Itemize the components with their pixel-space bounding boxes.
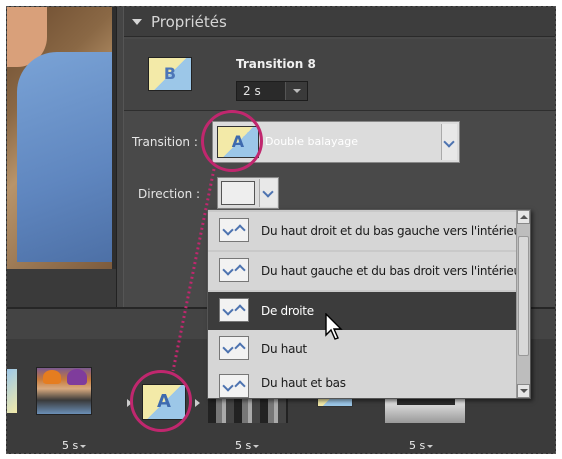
dropdown-option[interactable]: Du haut gauche et du bas droit vers l'in… — [208, 252, 526, 290]
diagonal-in-icon — [219, 218, 249, 242]
transition-value: Double balayage — [265, 135, 358, 148]
duration-select[interactable]: 2 s — [236, 81, 308, 101]
scroll-down-icon[interactable] — [517, 384, 530, 398]
from-right-icon — [219, 298, 249, 322]
direction-label: Direction : — [138, 187, 201, 201]
clip-duration[interactable]: 5 s — [62, 439, 86, 452]
transition-label: Transition : — [132, 135, 198, 149]
option-label: Du haut gauche et du bas droit vers l'in… — [261, 264, 526, 278]
diagonal-in-icon — [219, 258, 249, 282]
chevron-down-icon[interactable] — [441, 124, 457, 160]
arrow-right-icon — [195, 399, 200, 407]
transition-thumbnail-icon: B — [148, 57, 192, 91]
direction-icon — [221, 181, 255, 205]
top-bottom-icon — [219, 374, 249, 398]
panel-title: Propriétés — [151, 12, 227, 31]
dropdown-option[interactable]: Du haut — [208, 330, 518, 368]
clip-thumbnail[interactable] — [36, 367, 92, 415]
option-label: De droite — [261, 304, 314, 318]
collapse-triangle-icon[interactable] — [132, 18, 142, 25]
thumbnail-letter: B — [163, 64, 177, 83]
from-top-icon — [219, 336, 249, 360]
photo-detail — [17, 52, 112, 262]
transition-icon[interactable] — [7, 369, 17, 413]
chevron-down-icon[interactable] — [259, 179, 277, 207]
transition-summary: B Transition 8 2 s — [124, 39, 555, 111]
transition-name: Transition 8 — [236, 57, 316, 71]
option-label: Du haut et bas — [261, 376, 346, 390]
direction-select[interactable] — [217, 177, 279, 209]
chevron-down-icon[interactable] — [285, 82, 307, 100]
scroll-up-icon[interactable] — [517, 210, 530, 224]
direction-dropdown-list[interactable]: Du haut droit et du bas gauche vers l'in… — [207, 209, 531, 399]
dropdown-option[interactable]: Du haut droit et du bas gauche vers l'in… — [208, 212, 526, 250]
preview-photo — [7, 7, 112, 269]
option-label: Du haut droit et du bas gauche vers l'in… — [261, 224, 526, 238]
highlight-circle — [130, 370, 192, 432]
panel-splitter[interactable] — [116, 7, 124, 307]
option-label: Du haut — [261, 342, 307, 356]
dropdown-scrollbar[interactable] — [516, 210, 530, 398]
properties-header[interactable]: Propriétés — [124, 7, 555, 37]
editor-window: Propriétés B Transition 8 2 s Transition… — [6, 6, 556, 454]
highlight-circle — [201, 110, 263, 172]
dropdown-option[interactable]: Du haut et bas — [208, 368, 518, 398]
mouse-cursor-icon — [325, 313, 343, 340]
left-panel-footer — [7, 269, 119, 309]
clip-duration[interactable]: 5 s — [409, 439, 433, 452]
duration-value: 2 s — [243, 84, 261, 98]
scroll-thumb[interactable] — [518, 236, 529, 356]
clip-duration[interactable]: 5 s — [235, 439, 259, 452]
dropdown-option-selected[interactable]: De droite — [208, 292, 518, 330]
